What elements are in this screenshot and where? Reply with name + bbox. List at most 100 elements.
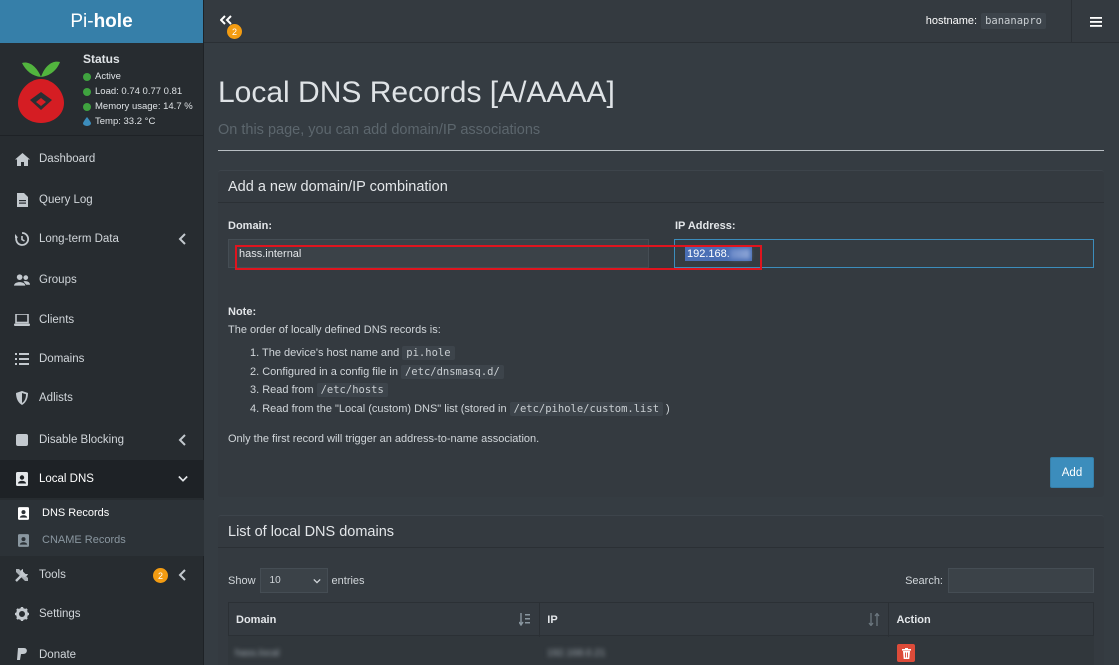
nav-groups-label: Groups xyxy=(39,274,77,286)
nav-cname-records-label: CNAME Records xyxy=(42,534,126,546)
chevron-left-icon xyxy=(178,569,186,581)
search-label: Search: xyxy=(905,574,943,587)
tools-badge: 2 xyxy=(153,568,168,583)
nav-adlists-label: Adlists xyxy=(39,392,73,404)
stop-icon xyxy=(14,432,30,448)
chevron-left-icon xyxy=(178,434,186,446)
address-book-icon xyxy=(14,471,30,487)
page-title: Local DNS Records [A/AAAA] xyxy=(218,76,615,109)
nav-local-dns[interactable]: Local DNS xyxy=(0,460,204,498)
tools-icon xyxy=(14,567,30,583)
hamburger-menu-button[interactable] xyxy=(1071,0,1119,43)
table-search: Search: xyxy=(905,568,1094,593)
nav-domains-label: Domains xyxy=(39,353,85,365)
nav-local-dns-label: Local DNS xyxy=(39,473,94,485)
column-domain[interactable]: Domain xyxy=(229,603,541,637)
table-header: Domain IP Action xyxy=(228,602,1094,637)
status-temp: Temp: 33.2 °C xyxy=(95,116,156,127)
add-button[interactable]: Add xyxy=(1050,457,1094,488)
nav-disable-blocking[interactable]: Disable Blocking xyxy=(0,421,204,459)
status-load: Load: 0.74 0.77 0.81 xyxy=(95,86,183,97)
nav-clients-label: Clients xyxy=(39,314,75,326)
column-ip[interactable]: IP xyxy=(540,603,890,637)
delete-button[interactable] xyxy=(897,644,915,662)
order-code-2: /etc/dnsmasq.d/ xyxy=(400,364,504,379)
nav-settings-label: Settings xyxy=(39,608,81,620)
dns-records-table: Domain IP Action hass.local 192.168.0.21 xyxy=(228,602,1094,665)
hamburger-icon xyxy=(1089,16,1102,27)
file-icon xyxy=(14,192,30,208)
header-divider xyxy=(218,150,1104,151)
nav-query-log-label: Query Log xyxy=(39,194,93,206)
temperature-drop-icon xyxy=(83,117,91,126)
address-book-icon xyxy=(18,533,32,547)
order-code-4: /etc/pihole/custom.list xyxy=(509,401,664,416)
table-row: hass.local 192.168.0.21 xyxy=(228,636,1094,665)
nav-long-term-data[interactable]: Long-term Data xyxy=(0,220,204,258)
page-length-control: Show 10 entries xyxy=(228,568,365,593)
laptop-icon xyxy=(14,312,30,328)
order-item-1: 1. The device's host name and pi.hole xyxy=(250,344,670,363)
sidebar: Pi-hole Status Active Load: 0.74 0.77 0.… xyxy=(0,0,204,665)
nav-clients[interactable]: Clients xyxy=(0,301,204,339)
hostname-label: hostname: xyxy=(925,15,978,27)
nav-adlists[interactable]: Adlists xyxy=(0,379,204,417)
nav-groups[interactable]: Groups xyxy=(0,261,204,299)
order-item-2: 2. Configured in a config file in/etc/dn… xyxy=(250,363,670,382)
chevron-down-icon xyxy=(312,578,321,584)
address-book-icon xyxy=(18,506,32,520)
nav-cname-records[interactable]: CNAME Records xyxy=(0,527,204,553)
note-intro: The order of locally defined DNS records… xyxy=(228,324,441,336)
history-icon xyxy=(14,231,30,247)
chevron-down-icon xyxy=(178,475,188,482)
chevron-left-icon xyxy=(178,233,186,245)
show-label: Show xyxy=(228,574,256,587)
users-icon xyxy=(14,272,30,288)
double-chevron-left-icon xyxy=(219,15,232,25)
nav-settings[interactable]: Settings xyxy=(0,595,204,633)
nav-donate[interactable]: Donate xyxy=(0,636,204,665)
column-action: Action xyxy=(896,614,931,626)
load-dot-icon xyxy=(83,87,91,96)
paypal-icon xyxy=(14,647,30,663)
nav-query-log[interactable]: Query Log xyxy=(0,181,204,219)
nav-dns-records[interactable]: DNS Records xyxy=(0,500,204,526)
order-item-3: 3. Read from/etc/hosts xyxy=(250,381,670,400)
nav-disable-blocking-label: Disable Blocking xyxy=(39,434,125,446)
nav-dashboard-label: Dashboard xyxy=(39,153,96,165)
home-icon xyxy=(14,151,30,167)
highlight-annotation xyxy=(235,245,762,270)
trash-icon xyxy=(901,647,911,659)
nav-domains[interactable]: Domains xyxy=(0,340,204,378)
nav-dashboard[interactable]: Dashboard xyxy=(0,140,204,178)
brand-prefix: Pi- xyxy=(70,10,94,32)
entries-select-value: 10 xyxy=(269,575,281,586)
note-title: Note: xyxy=(228,306,257,318)
nav-donate-label: Donate xyxy=(39,649,77,661)
order-code-1: pi.hole xyxy=(402,346,455,361)
status-memory: Memory usage: 14.7 % xyxy=(95,101,193,112)
active-dot-icon xyxy=(83,72,91,81)
ip-address-label: IP Address: xyxy=(675,220,736,232)
hostname-value: bananapro xyxy=(981,13,1046,29)
row-ip: 192.168.0.21 xyxy=(547,647,606,659)
list-box-header: List of local DNS domains xyxy=(218,516,1104,548)
search-input[interactable] xyxy=(948,568,1094,593)
brand-logo[interactable]: Pi-hole xyxy=(0,0,203,43)
domain-label: Domain: xyxy=(228,220,272,232)
add-box-header: Add a new domain/IP combination xyxy=(218,171,1104,203)
brand-bold: hole xyxy=(93,10,133,32)
nav-tools-label: Tools xyxy=(39,569,66,581)
dns-order-list: 1. The device's host name and pi.hole 2. … xyxy=(250,344,670,418)
entries-select[interactable]: 10 xyxy=(259,568,328,593)
toggle-badge: 2 xyxy=(227,24,242,39)
sort-icon xyxy=(868,613,880,626)
status-title: Status xyxy=(83,52,120,66)
page-subtitle: On this page, you can add domain/IP asso… xyxy=(218,122,541,138)
status-panel: Status Active Load: 0.74 0.77 0.81 Memor… xyxy=(0,43,203,136)
main-content: Local DNS Records [A/AAAA] On this page,… xyxy=(204,44,1119,665)
raspberry-logo-icon xyxy=(18,61,64,123)
entries-label: entries xyxy=(331,574,365,587)
nav-tools[interactable]: Tools 2 xyxy=(0,556,204,594)
nav-dns-records-label: DNS Records xyxy=(42,507,110,519)
